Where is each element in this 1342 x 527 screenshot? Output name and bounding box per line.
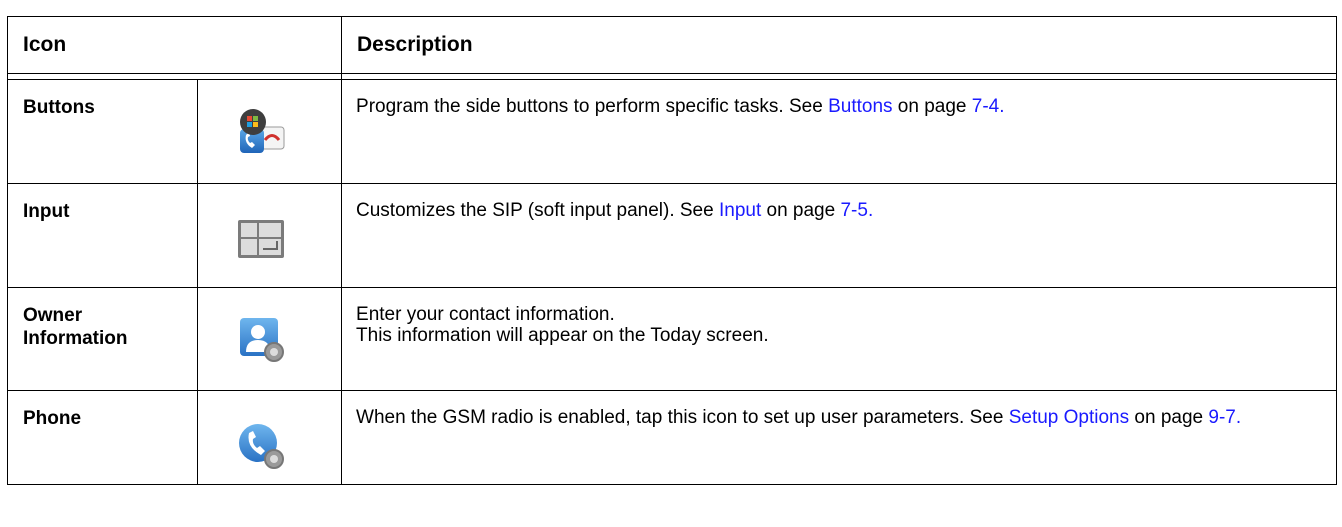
row-name-phone: Phone [7,390,198,485]
buttons-page-link[interactable]: 7-4. [972,96,1005,117]
input-panel-icon [238,220,284,258]
row-icon-cell [196,287,343,391]
row-icon-cell [196,183,343,288]
row-name-input: Input [7,183,198,288]
header-icon: Icon [6,16,343,74]
input-link[interactable]: Input [719,200,761,221]
row-name-owner-information: Owner Information [7,287,198,391]
row-description-owner-information: Enter your contact information. This inf… [341,287,1337,391]
row-description-buttons: Program the side buttons to perform spec… [341,79,1337,184]
table-header-row: Icon Description [6,16,1337,74]
buttons-link[interactable]: Buttons [828,96,892,117]
header-description: Description [341,16,1337,74]
row-icon-cell [196,79,343,184]
settings-icon-table: Icon Description Buttons Program the sid… [6,16,1337,485]
row-description-input: Customizes the SIP (soft input panel). S… [341,183,1337,288]
phone-settings-icon [239,424,284,469]
buttons-icon [240,109,285,153]
phone-page-link[interactable]: 9-7. [1208,407,1241,428]
table-row: Input Customizes the SIP (soft input pan… [7,183,1337,288]
setup-options-link[interactable]: Setup Options [1009,407,1129,428]
table-row: Buttons Program the side buttons to perf… [7,79,1337,184]
table-row: Phone When the GSM radio is enabled, tap… [7,390,1337,485]
row-name-buttons: Buttons [7,79,198,184]
owner-information-icon [240,318,284,362]
input-page-link[interactable]: 7-5. [840,200,873,221]
row-description-phone: When the GSM radio is enabled, tap this … [341,390,1337,485]
table-row: Owner Information Enter your contact inf… [7,287,1337,391]
row-icon-cell [196,390,343,485]
